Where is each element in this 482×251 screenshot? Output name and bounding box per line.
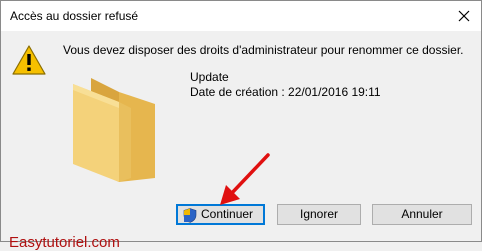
cancel-button[interactable]: Annuler [372, 204, 472, 225]
uac-shield-icon [183, 208, 197, 223]
watermark-text: Easytutoriel.com [9, 234, 120, 251]
red-arrow [220, 153, 270, 205]
ignore-button[interactable]: Ignorer [277, 204, 361, 225]
access-denied-dialog: Accès au dossier refusé Vous devez dispo… [0, 0, 482, 251]
title-bar: Accès au dossier refusé [1, 1, 481, 31]
warning-icon [12, 45, 46, 75]
dialog-title: Accès au dossier refusé [10, 9, 139, 23]
close-icon [458, 10, 470, 22]
item-name: Update [190, 70, 229, 84]
folder-icon [73, 78, 155, 182]
error-message: Vous devez disposer des droits d'adminis… [63, 43, 464, 57]
close-button[interactable] [451, 4, 477, 28]
item-date: Date de création : 22/01/2016 19:11 [190, 85, 381, 99]
